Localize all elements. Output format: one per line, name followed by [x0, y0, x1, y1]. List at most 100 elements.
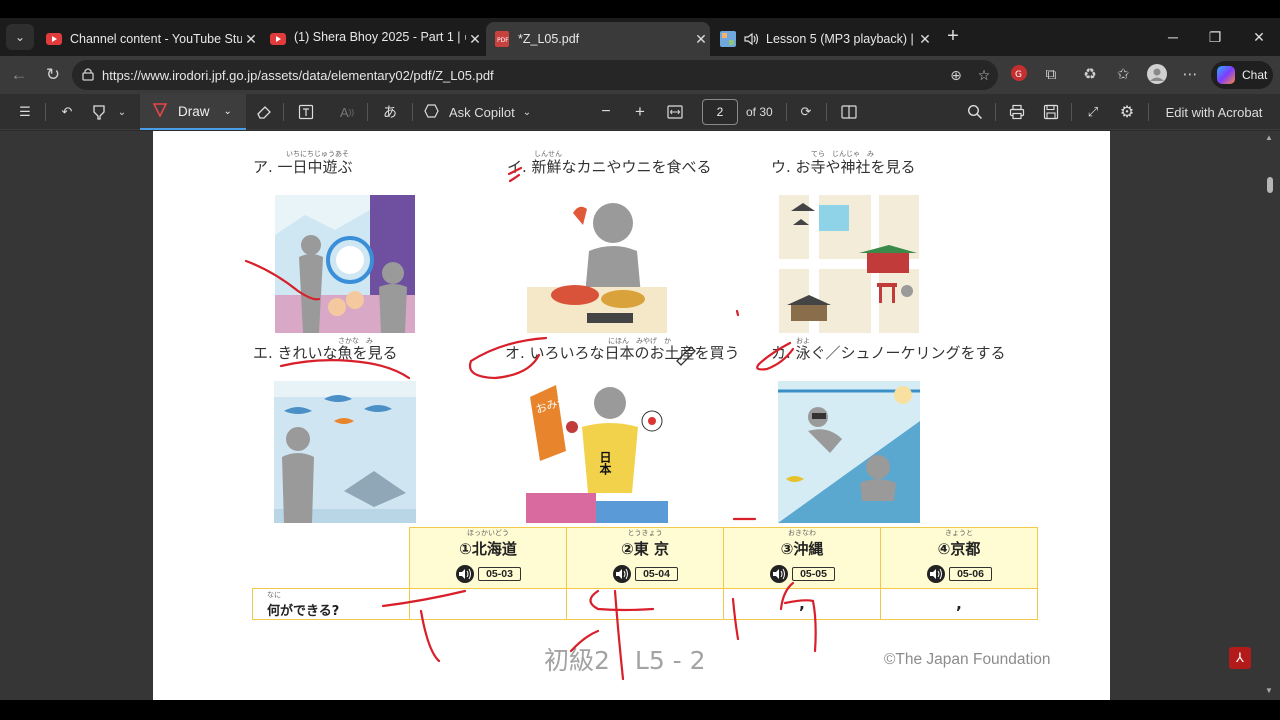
tab-title: (1) Shera Bhoy 2025 - Part 1 | সেরা	[294, 30, 466, 44]
close-tab-icon[interactable]: ✕	[466, 31, 484, 48]
city-ruby: とうきょう	[627, 530, 663, 537]
scroll-thumb[interactable]	[1267, 177, 1273, 193]
speaker-icon	[613, 565, 632, 583]
zoom-in-icon[interactable]: +	[630, 100, 650, 124]
tab-youtube-video[interactable]: (1) Shera Bhoy 2025 - Part 1 | সেরা ✕	[262, 22, 484, 56]
fit-page-icon[interactable]	[664, 100, 686, 124]
settings-gear-icon[interactable]: ⚙	[1116, 100, 1138, 124]
close-tab-icon[interactable]: ✕	[692, 31, 710, 48]
copilot-dropdown-icon: ⌄	[522, 106, 532, 118]
contents-icon[interactable]: ☰	[14, 100, 36, 124]
close-tab-icon[interactable]: ✕	[242, 31, 260, 48]
fullscreen-icon[interactable]: ⤢	[1082, 100, 1104, 124]
search-icon[interactable]	[964, 100, 986, 124]
tab-title: Lesson 5 (MP3 playback) | IRO	[766, 32, 916, 46]
illustration-snorkeling	[778, 381, 920, 528]
audio-track-button[interactable]: 05-05	[769, 565, 835, 583]
answer-cell-kyoto[interactable]: ,	[880, 588, 1038, 620]
draw-dropdown-icon[interactable]: ⌄	[224, 106, 232, 117]
close-window-icon[interactable]: ✕	[1244, 24, 1274, 50]
lock-icon[interactable]	[82, 67, 94, 86]
scroll-down-icon[interactable]: ▼	[1265, 686, 1273, 695]
page-footer-copyright: ©The Japan Foundation	[884, 651, 1051, 668]
youtube-icon	[46, 31, 62, 47]
tab-youtube-studio[interactable]: Channel content - YouTube Studio ✕	[38, 22, 260, 56]
address-bar[interactable]: https://www.irodori.jpf.go.jp/assets/dat…	[72, 60, 998, 90]
translate-icon[interactable]: あ	[378, 100, 402, 124]
restore-icon[interactable]: ❐	[1200, 24, 1230, 50]
copilot-chat-button[interactable]: Chat	[1211, 61, 1273, 89]
city-cell-kyoto: きょうと ④京都 05-06	[880, 527, 1038, 589]
illustration-temple-map	[779, 195, 919, 338]
text-box-icon[interactable]	[295, 100, 317, 124]
page-view-icon[interactable]	[838, 100, 860, 124]
youtube-icon	[270, 31, 286, 47]
audio-track-button[interactable]: 05-06	[926, 565, 992, 583]
svg-text:G: G	[1015, 70, 1022, 80]
city-cell-hokkaido: ほっかいどう ①北海道 05-03	[409, 527, 567, 589]
speaker-icon	[770, 565, 789, 583]
page-number-input[interactable]: 2	[702, 99, 738, 125]
acrobat-icon[interactable]: ⅄	[1229, 647, 1251, 669]
pdf-page: いちにちじゅうあそ ア. 一日中遊ぶ しんせん イ. 新鮮なカニやウニを食べる …	[153, 131, 1251, 700]
answer-cell-okinawa[interactable]: ,	[723, 588, 881, 620]
pen-icon	[152, 102, 168, 121]
caption-u: ウ. お寺や神社を見る	[771, 158, 916, 176]
ask-copilot-label: Ask Copilot	[449, 104, 515, 120]
tab-pdf[interactable]: PDF *Z_L05.pdf ✕	[486, 22, 710, 56]
tab-irodori-lesson[interactable]: Lesson 5 (MP3 playback) | IRO ✕	[712, 22, 934, 56]
back-icon[interactable]: ←	[6, 63, 32, 87]
city-name: ①北海道	[459, 540, 517, 558]
undo-icon[interactable]: ↶	[56, 100, 78, 124]
highlight-dropdown-icon[interactable]: ⌄	[114, 100, 130, 124]
zoom-icon[interactable]: ⊕	[946, 65, 966, 85]
extension-badge-icon[interactable]: G	[1008, 64, 1030, 86]
t-shirt-text: 日本	[598, 451, 612, 476]
tab-actions-menu-icon[interactable]: ⌄	[6, 24, 34, 50]
zoom-out-icon[interactable]: −	[596, 100, 616, 124]
read-aloud-icon[interactable]: A))	[336, 100, 358, 124]
audio-track-button[interactable]: 05-04	[612, 565, 678, 583]
svg-text:PDF: PDF	[497, 37, 509, 44]
ask-copilot-button[interactable]: Ask Copilot ⌄	[424, 100, 540, 124]
print-icon[interactable]	[1006, 100, 1028, 124]
audio-code: 05-05	[792, 567, 835, 581]
save-icon[interactable]	[1040, 100, 1062, 124]
extensions-icon[interactable]: ⧉	[1040, 64, 1062, 86]
tab-title: Channel content - YouTube Studio	[70, 32, 242, 46]
eraser-icon[interactable]	[253, 100, 275, 124]
refresh-icon[interactable]: ↻	[40, 63, 66, 87]
rotate-icon[interactable]: ⟳	[795, 100, 817, 124]
edit-with-acrobat-button[interactable]: Edit with Acrobat	[1158, 100, 1270, 124]
vertical-scrollbar[interactable]: ▲ ▼	[1262, 131, 1276, 700]
more-menu-icon[interactable]: ⋯	[1179, 64, 1201, 86]
pdf-toolbar: ☰ ↶ ⌄ Draw ⌄ A)) あ Ask Copilot ⌄ − + 2 o…	[0, 94, 1280, 130]
highlight-icon[interactable]	[88, 100, 110, 124]
illustration-souvenir-shopping: おみやげ 日本	[526, 381, 668, 528]
scroll-up-icon[interactable]: ▲	[1265, 133, 1273, 142]
minimize-icon[interactable]: ─	[1158, 24, 1188, 50]
new-tab-icon[interactable]: +	[942, 26, 964, 48]
answer-text: ,	[956, 594, 962, 613]
city-name: ③沖縄	[780, 540, 824, 558]
draw-button[interactable]: Draw ⌄	[140, 94, 246, 130]
answer-cell-hokkaido[interactable]	[409, 588, 567, 620]
caption-a: ア. 一日中遊ぶ	[253, 158, 353, 176]
favorites-icon[interactable]: ✩	[1112, 64, 1134, 86]
city-name: ②東 京	[621, 540, 669, 558]
audio-track-button[interactable]: 05-03	[455, 565, 521, 583]
pdf-viewer[interactable]: いちにちじゅうあそ ア. 一日中遊ぶ しんせん イ. 新鮮なカニやウニを食べる …	[0, 131, 1280, 700]
profile-avatar[interactable]	[1146, 64, 1168, 86]
city-name: ④京都	[937, 540, 981, 558]
performance-icon[interactable]: ♻	[1079, 64, 1101, 86]
url-text: https://www.irodori.jpf.go.jp/assets/dat…	[102, 68, 494, 83]
close-tab-icon[interactable]: ✕	[916, 31, 934, 48]
favorite-star-icon[interactable]: ☆	[974, 65, 994, 85]
city-ruby: おきなわ	[788, 530, 816, 537]
audio-code: 05-04	[635, 567, 678, 581]
speaker-icon	[927, 565, 946, 583]
answer-cell-tokyo[interactable]	[566, 588, 724, 620]
speaker-icon	[456, 565, 475, 583]
audio-code: 05-06	[949, 567, 992, 581]
row-label-cell: なに 何ができる?	[252, 588, 410, 620]
